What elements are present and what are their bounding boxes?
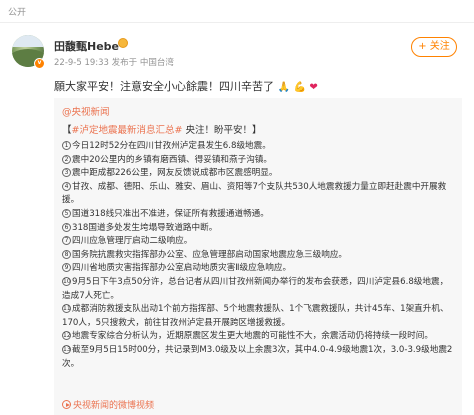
news-list-item: 4 甘孜、成都、德阳、乐山、雅安、眉山、资阳等7个支队共530人地震救援力量立即赶… (62, 181, 458, 195)
video-link[interactable]: 央视新闻的微博视频 (62, 398, 154, 411)
news-list-item: 12地震专家综合分析认为，近期原震区发生更大地震的可能性不大，余震活动仍将持续一… (62, 330, 458, 344)
post-body: 願大家平安！注意安全小心餘震！四川辛苦了 (54, 80, 274, 93)
news-item-text: 造成7人死亡。 (62, 290, 120, 301)
heart-emoji-icon: ❤ (309, 81, 318, 93)
news-item-text: 震中20公里内的乡镇有磨西镇、得妥镇和燕子沟镇。 (72, 154, 272, 165)
news-item-text: 今日12时52分在四川甘孜州泸定县发生6.8级地震。 (72, 141, 271, 151)
play-icon (62, 400, 71, 409)
news-item-text: 318国道多处发生垮塌导致道路中断。 (72, 222, 218, 233)
news-list-item: 7 四川应急管理厅启动二级响应。 (62, 235, 458, 249)
news-item-text: 四川省地质灾害指挥部办公室启动地质灾害Ⅱ级应急响应。 (72, 263, 292, 274)
news-list-item: 造成7人死亡。 (62, 290, 458, 304)
divider (0, 22, 474, 23)
news-list-item: 13截至9月5日15时00分，共记录到M3.0级及以上余震3次，其中4.0-4.… (62, 344, 458, 358)
news-item-text: 170人，5只搜救犬，前往甘孜州泸定县开展跨区增援救援。 (62, 317, 291, 328)
news-list-item: 2 震中20公里内的乡镇有磨西镇、得妥镇和燕子沟镇。 (62, 154, 458, 168)
post-meta: 22-9-5 19:33 发布于 中国台湾 (54, 58, 174, 68)
item-number-badge: 13 (62, 344, 71, 354)
item-number-badge: 8 (62, 249, 71, 259)
item-number-badge: 1 (62, 141, 71, 150)
item-number-badge: 12 (62, 331, 71, 341)
news-list-item: 8 国务院抗震救灾指挥部办公室、应急管理部启动国家地震应急三级响应。 (62, 249, 458, 263)
news-list-item: 次。 (62, 358, 458, 372)
news-item-text: 地震专家综合分析认为，近期原震区发生更大地震的可能性不大，余震活动仍将持续一段时… (72, 331, 433, 342)
news-item-text: 次。 (62, 358, 80, 369)
news-item-text: 国道318线只准出不准进，保证所有救援通道畅通。 (72, 208, 269, 219)
item-number-badge: 6 (62, 222, 71, 232)
item-number-badge: 2 (62, 154, 71, 164)
news-item-text: 国务院抗震救灾指挥部办公室、应急管理部启动国家地震应急三级响应。 (72, 249, 348, 260)
news-item-text: 9月5日下午3点50分许，总台记者从四川甘孜州新闻办举行的发布会获悉，四川泸定县… (72, 276, 449, 287)
news-list: 1 今日12时52分在四川甘孜州泸定县发生6.8级地震。 2 震中20公里内的乡镇有磨… (62, 140, 458, 371)
news-list-item: 11成都消防救援支队出动1个前方指挥部、5个地震救援队、1个飞震救援队，共计45… (62, 303, 458, 317)
news-list-item: 3 震中距成都226公里，网友反馈说成都市区震感明显。 (62, 167, 458, 181)
repost-card[interactable]: @央视新闻 【#泸定地震最新消息汇总# 央注！盼平安！】 1 今日12时52分在四… (54, 98, 462, 415)
post-text: 願大家平安！注意安全小心餘震！四川辛苦了 🙏 💪 ❤ (54, 78, 318, 94)
news-list-item: 170人，5只搜救犬，前往甘孜州泸定县开展跨区增援救援。 (62, 317, 458, 331)
repost-topic-line: 【#泸定地震最新消息汇总# 央注！盼平安！】 (62, 125, 262, 136)
news-item-text: 援。 (62, 195, 80, 206)
topic-hashtag-link[interactable]: #泸定地震最新消息汇总# (72, 125, 183, 136)
item-number-badge: 11 (62, 304, 71, 314)
news-item-text: 四川应急管理厅启动二级响应。 (72, 236, 193, 247)
item-number-badge: 10 (62, 276, 71, 286)
item-number-badge: 3 (62, 168, 71, 178)
item-number-badge: 9 (62, 263, 71, 273)
repost-author[interactable]: @央视新闻 (62, 104, 110, 118)
item-number-badge: 4 (62, 181, 71, 191)
news-list-item: 6 318国道多处发生垮塌导致道路中断。 (62, 222, 458, 236)
news-list-item: 5 国道318线只准出不准进，保证所有救援通道畅通。 (62, 208, 458, 222)
news-item-text: 成都消防救援支队出动1个前方指挥部、5个地震救援队、1个飞震救援队，共计45车、… (72, 304, 449, 315)
visibility-label: 公开 (8, 8, 27, 18)
medal-icon[interactable] (118, 38, 128, 48)
news-item-text: 截至9月5日15时00分，共记录到M3.0级及以上余震3次，其中4.0-4.9级… (72, 344, 453, 355)
item-number-badge: 5 (62, 208, 71, 218)
item-number-badge: 7 (62, 236, 71, 246)
muscle-emoji-icon: 💪 (293, 81, 306, 93)
news-list-item: 1 今日12时52分在四川甘孜州泸定县发生6.8级地震。 (62, 140, 458, 154)
author-name[interactable]: 田馥甄Hebe (54, 38, 119, 54)
top-bar: 公开 (0, 0, 474, 22)
news-list-item: 援。 (62, 194, 458, 208)
pray-emoji-icon: 🙏 (277, 81, 290, 93)
news-list-item: 9 四川省地质灾害指挥部办公室启动地质灾害Ⅱ级应急响应。 (62, 262, 458, 276)
follow-button[interactable]: + 关注 (411, 37, 457, 57)
news-item-text: 震中距成都226公里，网友反馈说成都市区震感明显。 (72, 168, 278, 179)
verified-badge-icon: v (34, 58, 45, 69)
news-item-text: 甘孜、成都、德阳、乐山、雅安、眉山、资阳等7个支队共530人地震救援力量立即赶赴… (72, 181, 447, 192)
news-list-item: 109月5日下午3点50分许，总台记者从四川甘孜州新闻办举行的发布会获悉，四川泸… (62, 276, 458, 290)
